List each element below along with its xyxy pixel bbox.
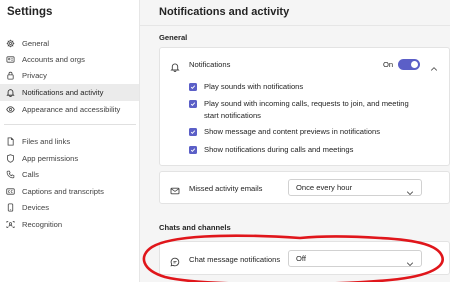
section-title-general: General — [159, 33, 188, 42]
recognition-icon — [6, 220, 15, 229]
chat-icon — [170, 254, 180, 267]
sidebar-item-label: Accounts and orgs — [22, 55, 85, 64]
captions-icon — [6, 187, 15, 196]
chat-message-select[interactable]: Off — [288, 250, 422, 267]
sidebar-item-captions[interactable]: Captions and transcripts — [0, 183, 139, 200]
sidebar-item-app-permissions[interactable]: App permissions — [0, 150, 139, 167]
settings-title: Settings — [7, 6, 53, 18]
file-icon — [6, 137, 15, 146]
sidebar-item-label: Recognition — [22, 220, 63, 229]
sidebar-item-privacy[interactable]: Privacy — [0, 67, 139, 84]
notifications-toggle-text: On — [383, 60, 394, 69]
sidebar-item-label: Notifications and activity — [22, 88, 104, 97]
chevron-down-icon — [406, 184, 414, 195]
select-value: Once every hour — [296, 183, 353, 192]
sidebar-item-label: Appearance and accessibility — [22, 105, 121, 114]
sidebar-item-label: General — [22, 39, 50, 48]
checkbox-checked[interactable] — [189, 100, 197, 108]
sidebar-item-appearance[interactable]: Appearance and accessibility — [0, 101, 139, 118]
sidebar-item-general[interactable]: General — [0, 35, 139, 52]
bell-icon — [170, 59, 180, 72]
chevron-up-icon[interactable] — [430, 60, 438, 71]
chat-message-card: Chat message notifications Off — [159, 241, 450, 275]
accounts-icon — [6, 55, 15, 64]
option-play-sound-calls[interactable]: Play sound with incoming calls, requests… — [189, 99, 424, 121]
chevron-down-icon — [406, 255, 414, 266]
select-value: Off — [296, 254, 306, 263]
sidebar-item-notifications[interactable]: Notifications and activity — [0, 84, 139, 101]
sidebar-divider — [4, 124, 136, 125]
sidebar-item-accounts[interactable]: Accounts and orgs — [0, 51, 139, 68]
notifications-toggle[interactable] — [398, 59, 420, 70]
mail-icon — [170, 183, 180, 195]
checkbox-checked[interactable] — [189, 128, 197, 136]
sidebar-item-devices[interactable]: Devices — [0, 199, 139, 216]
sidebar-item-recognition[interactable]: Recognition — [0, 216, 139, 233]
option-label: Show message and content previews in not… — [204, 127, 381, 136]
toggle-knob — [411, 61, 418, 68]
checkbox-checked[interactable] — [189, 83, 197, 91]
sidebar-item-calls[interactable]: Calls — [0, 166, 139, 183]
checkbox-checked[interactable] — [189, 146, 197, 154]
settings-content: Notifications and activity General Notif… — [140, 0, 450, 282]
option-label: Show notifications during calls and meet… — [204, 145, 354, 154]
missed-activity-card: Missed activity emails Once every hour — [159, 171, 450, 204]
option-show-during-calls[interactable]: Show notifications during calls and meet… — [189, 145, 424, 156]
option-label: Play sound with incoming calls, requests… — [204, 99, 409, 120]
sidebar-item-label: Captions and transcripts — [22, 187, 104, 196]
missed-activity-label: Missed activity emails — [189, 184, 263, 193]
option-play-sounds[interactable]: Play sounds with notifications — [189, 82, 424, 93]
device-icon — [6, 203, 15, 212]
sidebar-item-label: Privacy — [22, 71, 47, 80]
option-show-previews[interactable]: Show message and content previews in not… — [189, 127, 424, 138]
section-title-chats: Chats and channels — [159, 223, 231, 232]
sidebar-item-label: Calls — [22, 170, 39, 179]
chat-message-label: Chat message notifications — [189, 255, 281, 264]
notifications-label: Notifications — [189, 60, 231, 69]
phone-icon — [6, 170, 15, 179]
title-divider — [140, 25, 450, 26]
gear-icon — [6, 39, 15, 48]
sidebar-item-label: Devices — [22, 203, 50, 212]
lock-icon — [6, 71, 15, 80]
page-title: Notifications and activity — [159, 6, 290, 18]
missed-activity-select[interactable]: Once every hour — [288, 179, 422, 196]
sidebar-item-label: Files and links — [22, 137, 71, 146]
shield-icon — [6, 154, 15, 163]
settings-sidebar: Settings General Accounts and orgs Priva… — [0, 0, 140, 282]
bell-icon — [6, 88, 15, 97]
eye-icon — [6, 105, 15, 114]
option-label: Play sounds with notifications — [204, 82, 304, 91]
sidebar-item-files[interactable]: Files and links — [0, 133, 139, 150]
sidebar-item-label: App permissions — [22, 154, 79, 163]
